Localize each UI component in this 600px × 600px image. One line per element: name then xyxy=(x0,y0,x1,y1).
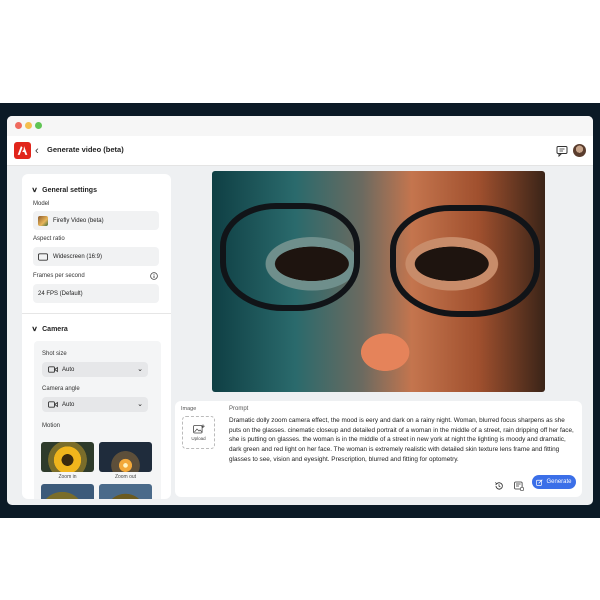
back-chevron-icon[interactable]: ‹ xyxy=(35,144,47,158)
fps-value: 24 FPS (Default) xyxy=(38,290,83,297)
page-title: Generate video (beta) xyxy=(47,145,124,154)
image-upload-button[interactable]: Upload xyxy=(182,416,215,449)
fps-label: Frames per second xyxy=(33,273,85,279)
window-minimize-button[interactable] xyxy=(25,122,32,129)
camera-angle-value: Auto xyxy=(62,401,75,408)
camera-header[interactable]: ∨ Camera xyxy=(31,325,68,333)
chevron-down-icon: ⌄ xyxy=(137,366,143,373)
model-label: Model xyxy=(33,201,50,207)
video-camera-icon xyxy=(48,366,58,373)
model-value: Firefly Video (beta) xyxy=(53,217,104,224)
camera-angle-label: Camera angle xyxy=(42,386,80,392)
motion-zoom-in-thumbnail[interactable] xyxy=(41,442,94,472)
window-close-button[interactable] xyxy=(15,122,22,129)
chevron-down-icon: ∨ xyxy=(31,326,38,333)
prompt-card: Image Upload Prompt Dramatic dolly zoom … xyxy=(175,401,582,497)
upload-label: Upload xyxy=(191,436,206,441)
general-settings-title: General settings xyxy=(42,187,97,194)
motion-option-thumbnail[interactable] xyxy=(41,484,94,499)
motion-option-thumbnail[interactable] xyxy=(99,484,152,499)
generate-button[interactable]: Generate xyxy=(532,475,576,489)
motion-zoom-in-label: Zoom in xyxy=(58,474,77,480)
shot-size-label: Shot size xyxy=(42,351,67,357)
glasses-right-lens xyxy=(390,205,540,317)
adobe-logo-icon[interactable] xyxy=(14,142,31,159)
sparkle-edit-icon xyxy=(536,478,544,486)
aspect-ratio-value: Widescreen (16:9) xyxy=(53,253,103,260)
glasses-left-lens xyxy=(220,203,360,311)
camera-angle-select[interactable]: Auto ⌄ xyxy=(42,397,148,412)
shot-size-select[interactable]: Auto ⌄ xyxy=(42,362,148,377)
settings-panel: ∨ General settings Model Firefly Video (b… xyxy=(22,174,171,499)
shot-size-value: Auto xyxy=(62,366,75,373)
history-icon[interactable] xyxy=(494,481,504,491)
camera-title: Camera xyxy=(42,326,68,333)
general-settings-header[interactable]: ∨ General settings xyxy=(31,186,97,194)
widescreen-icon xyxy=(38,252,48,261)
chevron-down-icon: ∨ xyxy=(31,187,38,194)
fps-select[interactable]: 24 FPS (Default) xyxy=(33,284,159,303)
generate-label: Generate xyxy=(546,479,572,485)
window-titlebar xyxy=(7,116,593,136)
prompt-settings-icon[interactable] xyxy=(514,481,524,491)
motion-label: Motion xyxy=(42,423,61,429)
app-window: ‹ Generate video (beta) ∨ General setting… xyxy=(7,116,593,505)
prompt-input[interactable]: Dramatic dolly zoom camera effect, the m… xyxy=(229,416,575,465)
aspect-ratio-select[interactable]: Widescreen (16:9) xyxy=(33,247,159,266)
section-divider xyxy=(22,313,171,314)
video-preview xyxy=(212,171,545,392)
motion-zoom-out-thumbnail[interactable] xyxy=(99,442,152,472)
window-maximize-button[interactable] xyxy=(35,122,42,129)
screenshot-frame: ‹ Generate video (beta) ∨ General setting… xyxy=(0,103,600,518)
aspect-ratio-label: Aspect ratio xyxy=(33,236,65,242)
user-avatar[interactable] xyxy=(573,144,586,157)
video-camera-icon xyxy=(48,401,58,408)
image-upload-icon xyxy=(192,424,205,434)
image-label: Image xyxy=(181,406,197,412)
model-select[interactable]: Firefly Video (beta) xyxy=(33,211,159,230)
motion-zoom-out-label: Zoom out xyxy=(114,474,137,480)
camera-settings-box: Shot size Auto ⌄ Camera angle Auto ⌄ Mot… xyxy=(34,341,161,499)
prompt-label: Prompt xyxy=(229,406,249,412)
model-thumbnail xyxy=(38,215,48,226)
chevron-down-icon: ⌄ xyxy=(137,401,143,408)
app-header: ‹ Generate video (beta) xyxy=(7,136,593,166)
feedback-chat-icon[interactable] xyxy=(556,145,568,157)
info-icon[interactable] xyxy=(150,272,158,280)
